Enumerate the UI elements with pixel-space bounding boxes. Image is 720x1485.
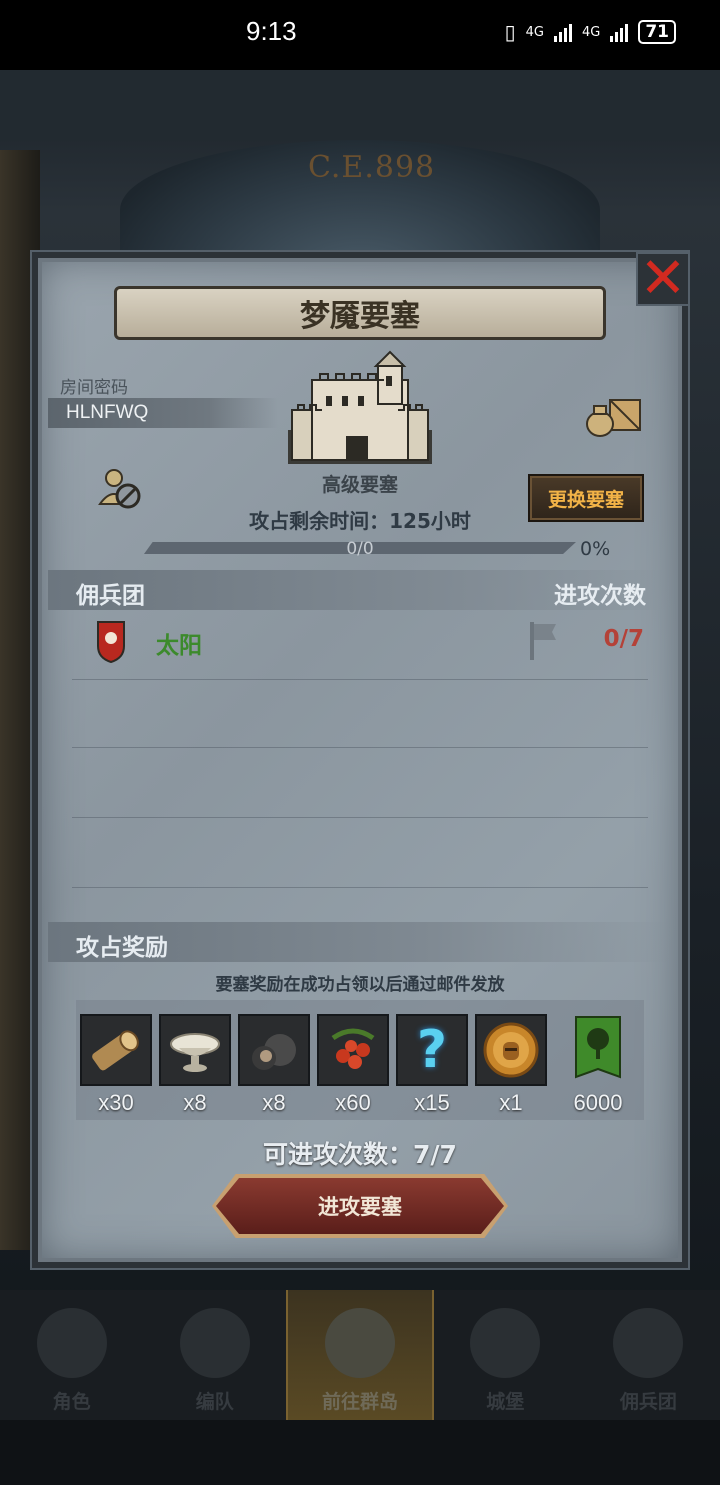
mercenary-icon [613,1308,684,1378]
nav-item-castle[interactable]: 城堡 [434,1290,577,1420]
knight-icon [36,1308,107,1378]
reward-qty: x15 [414,1090,450,1115]
rewards-header-label: 攻占奖励 [76,935,168,961]
nav-item-islands[interactable]: 前往群岛 [286,1290,434,1420]
silver-bowl-icon [159,1014,231,1086]
mercenary-section-header: 佣兵团 进攻次数 [48,570,672,610]
supply-crate-icon[interactable] [584,392,644,438]
reward-qty: 6000 [573,1090,623,1115]
mystery-question-icon: ? [396,1014,468,1086]
network-2-label: 4G [581,24,601,40]
status-icons: ▯ 4G 4G 71 [505,20,676,44]
bottom-nav: 角色 编队 前往群岛 城堡 佣兵团 [0,1290,720,1420]
empty-row [72,680,648,748]
dialog-title: 梦魇要塞 [300,299,420,334]
nav-item-mercenary[interactable]: 佣兵团 [577,1290,720,1420]
era-label: C.E.898 [308,150,436,185]
nav-label: 城堡 [486,1391,525,1413]
castle-icon [470,1308,541,1378]
rewards-section-header: 攻占奖励 [48,922,672,962]
mercenary-attack-count: 0/7 [603,626,644,652]
reward-item[interactable]: ? x15 [396,1014,468,1116]
progress-text: 0/0 [346,539,374,559]
top-band [0,70,720,140]
reward-item[interactable]: x1 [475,1014,547,1116]
attacks-available: 可进攻次数：7/7 [263,1140,457,1169]
signal-1-icon [553,22,572,42]
attack-count-header-label: 进攻次数 [554,583,646,609]
empty-row [72,820,648,888]
room-code-value[interactable]: HLNFWQ [48,398,278,428]
close-icon: ✕ [639,246,687,311]
reward-item[interactable]: x60 [317,1014,389,1116]
reward-qty: x30 [98,1090,134,1115]
nav-item-role[interactable]: 角色 [0,1290,143,1420]
change-fortress-label: 更换要塞 [547,488,624,511]
change-fortress-button[interactable]: 更换要塞 [528,474,644,522]
nav-label: 佣兵团 [619,1391,677,1413]
reward-item[interactable]: x30 [80,1014,152,1116]
reward-qty: x60 [335,1090,371,1115]
rewards-note: 要塞奖励在成功占领以后通过邮件发放 [215,975,505,995]
helmet-icon [179,1308,250,1378]
mercenary-name: 太阳 [156,633,202,659]
reward-qty: x1 [499,1090,523,1115]
mercenary-row[interactable]: 太阳 0/7 [72,612,648,680]
signal-2-icon [610,22,629,42]
mercenary-header-label: 佣兵团 [76,583,145,609]
reward-qty: x8 [183,1090,207,1115]
reward-item[interactable]: 6000 [562,1014,634,1116]
nav-label: 前往群岛 [322,1391,399,1413]
nav-item-formation[interactable]: 编队 [143,1290,286,1420]
capture-progress-bar: 0/0 [144,538,576,559]
nav-label: 角色 [52,1391,91,1413]
reward-item[interactable]: x8 [238,1014,310,1116]
reward-qty: x8 [262,1090,286,1115]
sun-shield-icon [97,621,125,664]
no-player-icon[interactable] [96,464,144,512]
castle-icon [288,350,432,464]
status-bar: 9:13 ▯ 4G 4G 71 [0,0,720,70]
green-tree-banner-icon [562,1014,634,1086]
island-map-icon [325,1308,395,1378]
progress-percent: 0% [580,538,611,560]
flag-icon [530,622,556,660]
golden-helmet-coin-icon [475,1014,547,1086]
vibrate-icon: ▯ [504,20,516,44]
status-time: 9:13 [246,16,297,46]
nav-label: 编队 [195,1391,234,1413]
bottom-fill [0,1420,720,1485]
empty-row [72,750,648,818]
attack-fortress-label: 进攻要塞 [318,1195,402,1219]
network-1-label: 4G [525,24,544,40]
ore-icon [238,1014,310,1086]
close-button[interactable]: ✕ [636,246,690,311]
berries-icon [317,1014,389,1086]
wood-log-icon [80,1014,152,1086]
battery-icon: 71 [638,20,676,44]
dialog-title-bar: 梦魇要塞 [114,286,606,340]
reward-item[interactable]: x8 [159,1014,231,1116]
room-code-label: 房间密码 [60,378,128,398]
attack-fortress-button[interactable]: 进攻要塞 [216,1178,504,1234]
